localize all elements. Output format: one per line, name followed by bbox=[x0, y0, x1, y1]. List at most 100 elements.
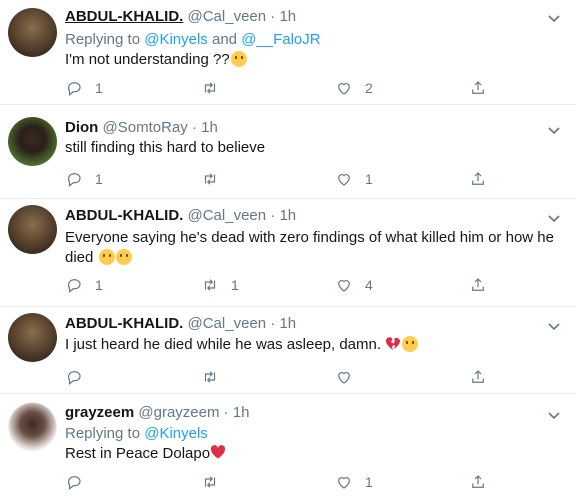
retweet-button[interactable] bbox=[201, 472, 231, 492]
handle[interactable]: @SomtoRay bbox=[103, 119, 188, 136]
display-name[interactable]: grayzeem bbox=[65, 404, 134, 421]
share-button[interactable] bbox=[469, 78, 487, 98]
reply-button[interactable] bbox=[65, 367, 95, 387]
share-button[interactable] bbox=[469, 169, 487, 189]
avatar[interactable] bbox=[8, 402, 57, 451]
retweet-button[interactable]: 1 bbox=[201, 275, 239, 295]
reply-count: 1 bbox=[95, 277, 103, 293]
reply-icon bbox=[68, 476, 81, 490]
timestamp[interactable]: 1h bbox=[279, 315, 296, 332]
tweet-text-content: I just heard he died while he was asleep… bbox=[65, 336, 382, 353]
tweet[interactable]: ABDUL-KHALID. @Cal_veen · 1h Everyone sa… bbox=[0, 199, 576, 306]
like-count: 1 bbox=[365, 171, 373, 187]
reply-button[interactable]: 1 bbox=[65, 275, 103, 295]
tweet-actions: 1 1 bbox=[65, 169, 505, 189]
avatar[interactable] bbox=[8, 117, 57, 166]
avatar[interactable] bbox=[8, 313, 57, 362]
reply-button[interactable]: 1 bbox=[65, 78, 103, 98]
like-count: 4 bbox=[365, 277, 373, 293]
retweet-button[interactable] bbox=[201, 78, 231, 98]
tweet-text: Rest in Peace Dolapo bbox=[65, 444, 565, 464]
display-name[interactable]: ABDUL-KHALID. bbox=[65, 315, 183, 332]
relieved-emoji-icon bbox=[402, 336, 419, 352]
tweet-text-line: died bbox=[65, 249, 94, 266]
retweet-icon bbox=[204, 173, 216, 185]
mention-link[interactable]: @Kinyels bbox=[144, 31, 208, 48]
timestamp[interactable]: 1h bbox=[279, 207, 296, 224]
display-name[interactable]: Dion bbox=[65, 119, 98, 136]
timestamp[interactable]: 1h bbox=[233, 404, 250, 421]
tweet-text-line-wrap: died bbox=[65, 248, 565, 268]
retweet-count: 1 bbox=[231, 277, 239, 293]
replying-to: Replying to @Kinyels and @__FaloJR bbox=[65, 31, 321, 49]
chevron-down-icon[interactable] bbox=[546, 210, 562, 226]
tweet-text-content: I'm not understanding ?? bbox=[65, 51, 230, 68]
chevron-down-icon[interactable] bbox=[546, 122, 562, 138]
separator: · bbox=[191, 119, 197, 136]
retweet-icon bbox=[204, 476, 216, 488]
share-button[interactable] bbox=[469, 275, 487, 295]
tweet-text-line: Everyone saying he's dead with zero find… bbox=[65, 229, 554, 246]
like-button[interactable] bbox=[335, 367, 365, 387]
replying-prefix: Replying to bbox=[65, 425, 145, 442]
avatar[interactable] bbox=[8, 205, 57, 254]
chevron-down-icon[interactable] bbox=[546, 318, 562, 334]
tweet-actions bbox=[65, 367, 505, 387]
chevron-down-icon[interactable] bbox=[546, 407, 562, 423]
tweet-header: Dion @SomtoRay · 1h bbox=[65, 119, 218, 137]
share-icon bbox=[472, 475, 484, 488]
tweet[interactable]: grayzeem @grayzeem · 1h Replying to @Kin… bbox=[0, 394, 576, 499]
retweet-button[interactable] bbox=[201, 367, 231, 387]
like-icon bbox=[338, 372, 350, 384]
share-icon bbox=[472, 172, 484, 185]
handle[interactable]: @Cal_veen bbox=[188, 8, 267, 25]
avatar[interactable] bbox=[8, 8, 57, 57]
separator: · bbox=[270, 315, 276, 332]
tweet-header: grayzeem @grayzeem · 1h bbox=[65, 404, 250, 422]
handle[interactable]: @Cal_veen bbox=[188, 207, 267, 224]
share-button[interactable] bbox=[469, 472, 487, 492]
tweet[interactable]: ABDUL-KHALID. @Cal_veen · 1h I just hear… bbox=[0, 307, 576, 393]
confused-emoji-icon bbox=[98, 249, 115, 265]
handle[interactable]: @grayzeem bbox=[138, 404, 219, 421]
reply-count: 1 bbox=[95, 171, 103, 187]
share-icon bbox=[472, 81, 484, 94]
mention-link[interactable]: @Kinyels bbox=[144, 425, 208, 442]
separator: · bbox=[270, 8, 276, 25]
timestamp[interactable]: 1h bbox=[201, 119, 218, 136]
reply-button[interactable] bbox=[65, 472, 95, 492]
handle[interactable]: @Cal_veen bbox=[188, 315, 267, 332]
separator: · bbox=[223, 404, 229, 421]
share-button[interactable] bbox=[469, 367, 487, 387]
tweet-text: Everyone saying he's dead with zero find… bbox=[65, 228, 565, 268]
display-name[interactable]: ABDUL-KHALID. bbox=[65, 207, 183, 224]
tweet-text: still finding this hard to believe bbox=[65, 139, 266, 156]
broken-heart-icon bbox=[386, 337, 401, 350]
retweet-icon bbox=[204, 82, 216, 94]
like-button[interactable]: 4 bbox=[335, 275, 373, 295]
like-button[interactable]: 1 bbox=[335, 169, 373, 189]
tweet-actions: 1 bbox=[65, 472, 505, 492]
timestamp[interactable]: 1h bbox=[279, 8, 296, 25]
like-button[interactable]: 1 bbox=[335, 472, 373, 492]
share-icon bbox=[472, 278, 484, 291]
tweet-header: ABDUL-KHALID. @Cal_veen · 1h bbox=[65, 315, 296, 333]
tweet[interactable]: Dion @SomtoRay · 1h still finding this h… bbox=[0, 105, 576, 198]
reply-icon bbox=[68, 173, 81, 187]
reply-icon bbox=[68, 279, 81, 293]
reply-icon bbox=[68, 82, 81, 96]
like-button[interactable]: 2 bbox=[335, 78, 373, 98]
like-count: 1 bbox=[365, 474, 373, 490]
mention-link[interactable]: @__FaloJR bbox=[241, 31, 320, 48]
reply-button[interactable]: 1 bbox=[65, 169, 103, 189]
display-name[interactable]: ABDUL-KHALID. bbox=[65, 8, 183, 25]
tweet-actions: 1 2 bbox=[65, 78, 505, 98]
chevron-down-icon[interactable] bbox=[546, 10, 562, 26]
retweet-button[interactable] bbox=[201, 169, 231, 189]
replying-to: Replying to @Kinyels bbox=[65, 425, 208, 443]
like-icon bbox=[338, 83, 350, 95]
tweet[interactable]: ABDUL-KHALID. @Cal_veen · 1h Replying to… bbox=[0, 0, 576, 104]
like-icon bbox=[338, 280, 350, 292]
tweet-text-content: Rest in Peace Dolapo bbox=[65, 445, 211, 462]
like-icon bbox=[338, 477, 350, 489]
